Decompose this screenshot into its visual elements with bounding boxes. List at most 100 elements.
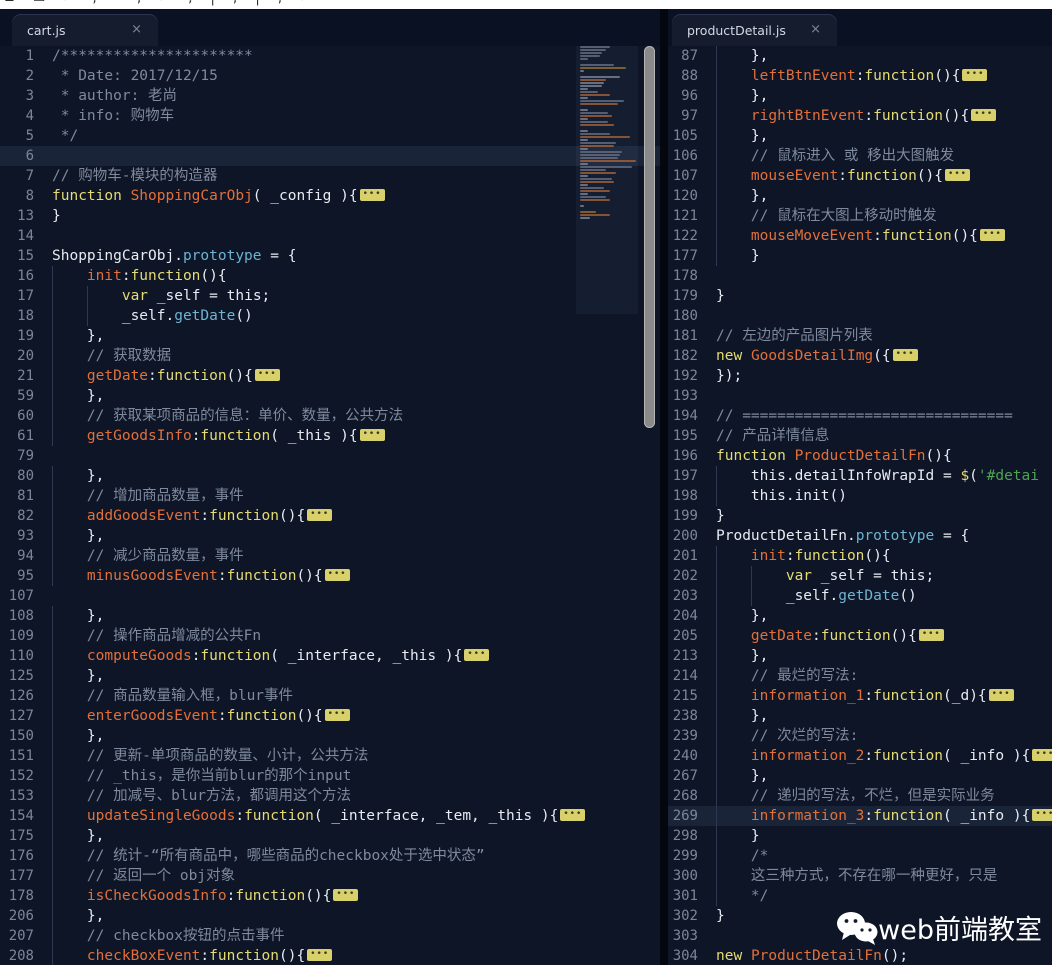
pane-divider[interactable] <box>660 0 668 965</box>
code-line[interactable]: 79 <box>0 446 660 466</box>
code-line[interactable]: 60 // 获取某项商品的信息：单价、数量，公共方法 <box>0 406 660 426</box>
code-line[interactable]: 80 }, <box>0 466 660 486</box>
code-line[interactable]: 202 var _self = this; <box>660 566 1052 586</box>
code-line[interactable]: 298 } <box>660 826 1052 846</box>
code-line[interactable]: 121 // 鼠标在大图上移动时触发 <box>660 206 1052 226</box>
code-line[interactable]: 303 <box>660 926 1052 946</box>
vertical-scrollbar[interactable] <box>642 46 656 951</box>
tab-cart-js[interactable]: cart.js × <box>12 14 158 46</box>
code-line[interactable]: 213 }, <box>660 646 1052 666</box>
folded-code-marker[interactable]: ••• <box>464 649 490 661</box>
folded-code-marker[interactable]: ••• <box>307 949 333 961</box>
code-line[interactable]: 206 }, <box>0 906 660 926</box>
close-icon[interactable]: × <box>117 23 152 38</box>
code-line[interactable]: 81 // 增加商品数量，事件 <box>0 486 660 506</box>
code-line[interactable]: 105 }, <box>660 126 1052 146</box>
code-line[interactable]: 153 // 加减号、blur方法，都调用这个方法 <box>0 786 660 806</box>
folded-code-marker[interactable]: ••• <box>918 629 944 641</box>
scrollbar-thumb[interactable] <box>644 46 655 428</box>
code-line[interactable]: 304 new ProductDetailFn(); <box>660 946 1052 965</box>
code-line[interactable]: 204 }, <box>660 606 1052 626</box>
code-line[interactable]: 88 leftBtnEvent:function(){••• <box>660 66 1052 86</box>
code-line[interactable]: 127 enterGoodsEvent:function(){••• <box>0 706 660 726</box>
code-line[interactable]: 82 addGoodsEvent:function(){••• <box>0 506 660 526</box>
code-line[interactable]: 94 // 减少商品数量，事件 <box>0 546 660 566</box>
code-line[interactable]: 175 }, <box>0 826 660 846</box>
code-line[interactable]: 193 <box>660 386 1052 406</box>
code-line[interactable]: 178 isCheckGoodsInfo:function(){••• <box>0 886 660 906</box>
code-line[interactable]: 20 // 获取数据 <box>0 346 660 366</box>
code-line[interactable]: 15 ShoppingCarObj.prototype = { <box>0 246 660 266</box>
code-line[interactable]: 3 * author: 老尚 <box>0 86 660 106</box>
code-line[interactable]: 19 }, <box>0 326 660 346</box>
code-line[interactable]: 267 }, <box>660 766 1052 786</box>
code-line[interactable]: 18 _self.getDate() <box>0 306 660 326</box>
code-line[interactable]: 13} <box>0 206 660 226</box>
folded-code-marker[interactable]: ••• <box>1032 749 1052 761</box>
code-line[interactable]: 201 init:function(){ <box>660 546 1052 566</box>
code-line[interactable]: 6 <box>0 146 660 166</box>
code-line[interactable]: 87 }, <box>660 46 1052 66</box>
code-line[interactable]: 299 /* <box>660 846 1052 866</box>
code-line[interactable]: 21 getDate:function(){••• <box>0 366 660 386</box>
code-line[interactable]: 1 /********************** <box>0 46 660 66</box>
code-line[interactable]: 302} <box>660 906 1052 926</box>
code-line[interactable]: 269 information_3:function( _info ){••• <box>660 806 1052 826</box>
folded-code-marker[interactable]: ••• <box>307 509 333 521</box>
folded-code-marker[interactable]: ••• <box>892 349 918 361</box>
code-line[interactable]: 125 }, <box>0 666 660 686</box>
folded-code-marker[interactable]: ••• <box>324 709 350 721</box>
close-icon[interactable]: × <box>796 23 831 38</box>
code-line[interactable]: 238 }, <box>660 706 1052 726</box>
code-line[interactable]: 150 }, <box>0 726 660 746</box>
code-line[interactable]: 200 ProductDetailFn.prototype = { <box>660 526 1052 546</box>
code-line[interactable]: 203 _self.getDate() <box>660 586 1052 606</box>
code-line[interactable]: 95 minusGoodsEvent:function(){••• <box>0 566 660 586</box>
code-area-left[interactable]: 1 /********************** 2 * Date: 2017/1… <box>0 46 660 965</box>
code-line[interactable]: 180 <box>660 306 1052 326</box>
folded-code-marker[interactable]: ••• <box>945 169 970 181</box>
code-line[interactable]: 154 updateSingleGoods:function( _interfa… <box>0 806 660 826</box>
code-area-right[interactable]: 87 }, 88 leftBtnEvent:function(){••• 96 },… <box>660 46 1052 965</box>
code-line[interactable]: 198 this.init() <box>660 486 1052 506</box>
code-line[interactable]: 107 mouseEvent:function(){••• <box>660 166 1052 186</box>
code-line[interactable]: 214 // 最烂的写法: <box>660 666 1052 686</box>
folded-code-marker[interactable]: ••• <box>971 109 997 121</box>
code-line[interactable]: 179} <box>660 286 1052 306</box>
folded-code-marker[interactable]: ••• <box>988 689 1014 701</box>
code-line[interactable]: 4 * info: 购物车 <box>0 106 660 126</box>
code-line[interactable]: 61 getGoodsInfo:function( _this ){••• <box>0 426 660 446</box>
code-line[interactable]: 5 */ <box>0 126 660 146</box>
code-line[interactable]: 239 // 次烂的写法: <box>660 726 1052 746</box>
code-line[interactable]: 215 information_1:function(_d){••• <box>660 686 1052 706</box>
code-line[interactable]: 97 rightBtnEvent:function(){••• <box>660 106 1052 126</box>
folded-code-marker[interactable]: ••• <box>359 189 385 201</box>
code-line[interactable]: 14 <box>0 226 660 246</box>
folded-code-marker[interactable]: ••• <box>979 229 1005 241</box>
code-line[interactable]: 205 getDate:function(){••• <box>660 626 1052 646</box>
folded-code-marker[interactable]: ••• <box>962 69 988 81</box>
code-line[interactable]: 16 init:function(){ <box>0 266 660 286</box>
code-line[interactable]: 177 // 返回一个 obj对象 <box>0 866 660 886</box>
code-line[interactable]: 300 这三种方式，不存在哪一种更好，只是 <box>660 866 1052 886</box>
code-line[interactable]: 301 */ <box>660 886 1052 906</box>
code-line[interactable]: 152 // _this，是你当前blur的那个input <box>0 766 660 786</box>
code-line[interactable]: 122 mouseMoveEvent:function(){••• <box>660 226 1052 246</box>
code-line[interactable]: 192}); <box>660 366 1052 386</box>
folded-code-marker[interactable]: ••• <box>333 889 359 901</box>
folded-code-marker[interactable]: ••• <box>254 369 280 381</box>
code-line[interactable]: 178 <box>660 266 1052 286</box>
code-line[interactable]: 96 }, <box>660 86 1052 106</box>
code-line[interactable]: 196 function ProductDetailFn(){ <box>660 446 1052 466</box>
code-line[interactable]: 208 checkBoxEvent:function(){••• <box>0 946 660 965</box>
code-line[interactable]: 195// 产品详情信息 <box>660 426 1052 446</box>
code-line[interactable]: 182 new GoodsDetailImg({••• <box>660 346 1052 366</box>
code-line[interactable]: 8 function ShoppingCarObj( _config ){••• <box>0 186 660 206</box>
code-line[interactable]: 181// 左边的产品图片列表 <box>660 326 1052 346</box>
code-line[interactable]: 2 * Date: 2017/12/15 <box>0 66 660 86</box>
tab-productdetail-js[interactable]: productDetail.js × <box>672 14 837 46</box>
code-line[interactable]: 194// =============================== <box>660 406 1052 426</box>
code-line[interactable]: 7 // 购物车-模块的构造器 <box>0 166 660 186</box>
folded-code-marker[interactable]: ••• <box>1032 809 1052 821</box>
folded-code-marker[interactable]: ••• <box>359 429 385 441</box>
